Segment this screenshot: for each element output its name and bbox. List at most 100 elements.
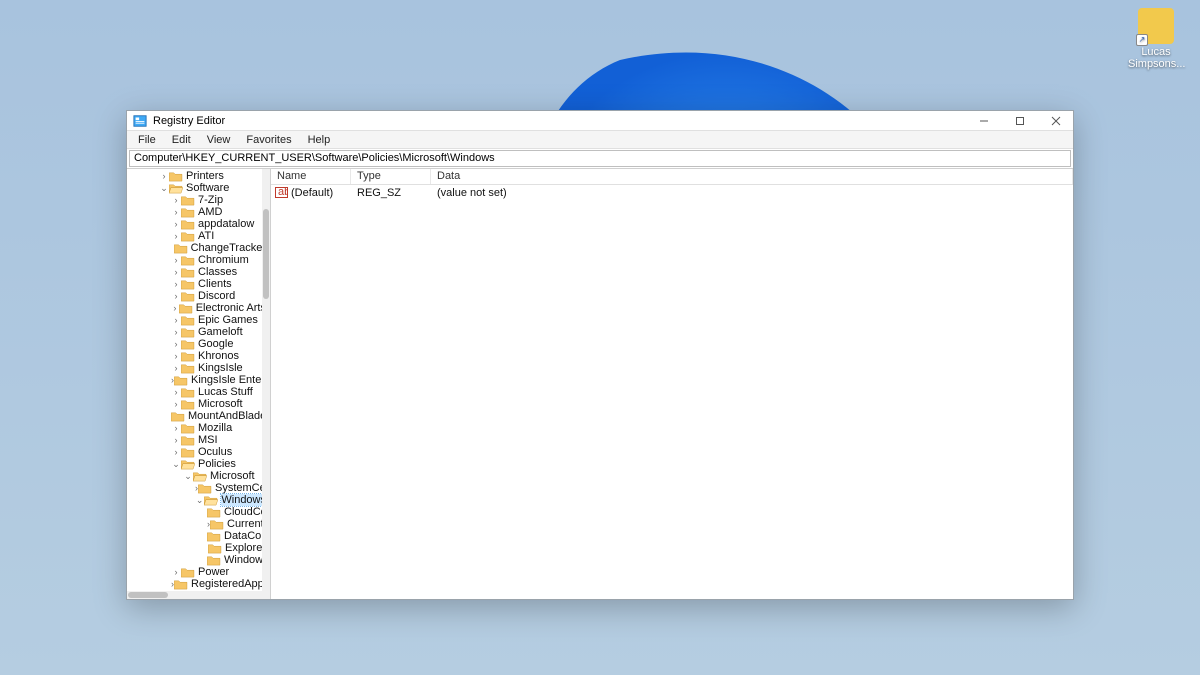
tree-node[interactable]: Explorer bbox=[127, 542, 270, 554]
folder-icon bbox=[181, 363, 195, 374]
tree-node[interactable]: ›Khronos bbox=[127, 350, 270, 362]
tree-node[interactable]: ›Electronic Arts bbox=[127, 302, 270, 314]
menu-favorites[interactable]: Favorites bbox=[239, 133, 298, 147]
tree-node-label: Microsoft bbox=[198, 398, 247, 410]
menu-help[interactable]: Help bbox=[301, 133, 338, 147]
col-header-type[interactable]: Type bbox=[351, 169, 431, 184]
tree-node-label: Gameloft bbox=[198, 326, 247, 338]
chevron-right-icon[interactable]: › bbox=[159, 170, 169, 182]
tree-node-label: RegisteredApplicatio bbox=[191, 578, 271, 590]
folder-icon bbox=[171, 411, 185, 422]
tree-node[interactable]: › Microsoft bbox=[127, 398, 270, 410]
chevron-right-icon[interactable]: › bbox=[171, 446, 181, 458]
chevron-right-icon[interactable]: › bbox=[171, 398, 181, 410]
tree-node-label: Microsoft bbox=[210, 470, 259, 482]
tree-node[interactable]: › Epic Games bbox=[127, 314, 270, 326]
tree-node[interactable]: ›Chromium bbox=[127, 254, 270, 266]
maximize-button[interactable] bbox=[1005, 111, 1035, 131]
chevron-right-icon[interactable]: › bbox=[171, 206, 181, 218]
menu-file[interactable]: File bbox=[131, 133, 163, 147]
list-header[interactable]: Name Type Data bbox=[271, 169, 1073, 185]
menu-view[interactable]: View bbox=[200, 133, 238, 147]
chevron-right-icon[interactable]: › bbox=[171, 362, 181, 374]
col-header-name[interactable]: Name bbox=[271, 169, 351, 184]
tree-node[interactable]: › AMD bbox=[127, 206, 270, 218]
tree-hscrollbar[interactable] bbox=[127, 591, 262, 599]
tree-node[interactable]: › Gameloft bbox=[127, 326, 270, 338]
folder-open-icon bbox=[204, 495, 218, 506]
folder-icon bbox=[181, 339, 195, 350]
chevron-right-icon[interactable]: › bbox=[171, 386, 181, 398]
tree-node[interactable]: ⌄Software bbox=[127, 182, 270, 194]
chevron-right-icon[interactable]: › bbox=[171, 434, 181, 446]
chevron-right-icon[interactable]: › bbox=[171, 230, 181, 242]
desktop-shortcut[interactable]: ↗ Lucas Simpsons... bbox=[1128, 8, 1184, 70]
tree-node[interactable]: MountAndBladeWar bbox=[127, 410, 270, 422]
tree-node[interactable]: CloudCont bbox=[127, 506, 270, 518]
chevron-right-icon[interactable]: › bbox=[171, 302, 179, 314]
tree-node-label: Power bbox=[198, 566, 233, 578]
chevron-right-icon[interactable]: › bbox=[171, 566, 181, 578]
tree-node[interactable]: ›ATI bbox=[127, 230, 270, 242]
chevron-right-icon[interactable]: › bbox=[171, 350, 181, 362]
close-button[interactable] bbox=[1041, 111, 1071, 131]
tree-node[interactable]: DataCollect bbox=[127, 530, 270, 542]
chevron-down-icon[interactable]: ⌄ bbox=[195, 494, 204, 506]
tree-node[interactable]: ›Lucas Stuff bbox=[127, 386, 270, 398]
tree-node[interactable]: ›7-Zip bbox=[127, 194, 270, 206]
chevron-right-icon[interactable]: › bbox=[171, 314, 181, 326]
tree-node-label: Epic Games bbox=[198, 314, 262, 326]
address-bar[interactable]: Computer\HKEY_CURRENT_USER\Software\Poli… bbox=[129, 150, 1071, 167]
chevron-right-icon[interactable]: › bbox=[171, 338, 181, 350]
tree-node[interactable]: ⌄Policies bbox=[127, 458, 270, 470]
chevron-right-icon[interactable]: › bbox=[171, 290, 181, 302]
tree-hscroll-thumb[interactable] bbox=[128, 592, 168, 598]
chevron-down-icon[interactable]: ⌄ bbox=[183, 470, 193, 482]
tree-node[interactable]: › Power bbox=[127, 566, 270, 578]
chevron-right-icon[interactable]: › bbox=[171, 422, 181, 434]
folder-icon bbox=[207, 531, 221, 542]
tree-node-label: AMD bbox=[198, 206, 226, 218]
tree-node[interactable]: ›Mozilla bbox=[127, 422, 270, 434]
list-row[interactable]: ab (Default) REG_SZ (value not set) bbox=[271, 185, 1073, 200]
tree-node[interactable]: ›KingsIsle bbox=[127, 362, 270, 374]
tree-node[interactable]: ›RegisteredApplicatio bbox=[127, 578, 270, 590]
tree-node[interactable]: ChangeTracker bbox=[127, 242, 270, 254]
folder-icon bbox=[181, 435, 195, 446]
chevron-right-icon[interactable]: › bbox=[171, 278, 181, 290]
titlebar[interactable]: Registry Editor bbox=[127, 111, 1073, 131]
tree-node[interactable]: ›Discord bbox=[127, 290, 270, 302]
tree-node[interactable]: ›Clients bbox=[127, 278, 270, 290]
tree-vscrollbar[interactable] bbox=[262, 169, 270, 599]
minimize-button[interactable] bbox=[969, 111, 999, 131]
tree-node[interactable]: ›MSI bbox=[127, 434, 270, 446]
tree-node[interactable]: ›appdatalow bbox=[127, 218, 270, 230]
chevron-right-icon[interactable]: › bbox=[171, 254, 181, 266]
chevron-right-icon[interactable]: › bbox=[171, 266, 181, 278]
chevron-right-icon[interactable]: › bbox=[171, 194, 181, 206]
tree-node[interactable]: ›KingsIsle Entertainm bbox=[127, 374, 270, 386]
tree-node[interactable]: ›CurrentVers bbox=[127, 518, 270, 530]
folder-icon bbox=[181, 447, 195, 458]
tree-node[interactable]: ⌄Windows bbox=[127, 494, 270, 506]
folder-icon bbox=[174, 375, 188, 386]
col-header-data[interactable]: Data bbox=[431, 169, 1073, 184]
values-pane[interactable]: Name Type Data ab (Default) REG_SZ (valu… bbox=[271, 169, 1073, 599]
tree-vscroll-thumb[interactable] bbox=[263, 209, 269, 299]
chevron-right-icon[interactable]: › bbox=[171, 326, 181, 338]
tree-node[interactable]: ›Printers bbox=[127, 170, 270, 182]
menu-edit[interactable]: Edit bbox=[165, 133, 198, 147]
shortcut-overlay-icon: ↗ bbox=[1136, 34, 1148, 46]
tree-node[interactable]: ⌄ Microsoft bbox=[127, 470, 270, 482]
chevron-down-icon[interactable]: ⌄ bbox=[159, 182, 169, 194]
tree-node[interactable]: ›Oculus bbox=[127, 446, 270, 458]
tree-pane[interactable]: ›Printers⌄Software›7-Zip›AMD›appdatalow›… bbox=[127, 169, 271, 599]
tree-node[interactable]: WindowsCo bbox=[127, 554, 270, 566]
tree-node[interactable]: ›Google bbox=[127, 338, 270, 350]
chevron-down-icon[interactable]: ⌄ bbox=[171, 458, 181, 470]
folder-icon bbox=[207, 507, 221, 518]
tree-node[interactable]: ›Classes bbox=[127, 266, 270, 278]
tree-node[interactable]: ›SystemCertific bbox=[127, 482, 270, 494]
folder-icon bbox=[179, 303, 193, 314]
chevron-right-icon[interactable]: › bbox=[171, 218, 181, 230]
